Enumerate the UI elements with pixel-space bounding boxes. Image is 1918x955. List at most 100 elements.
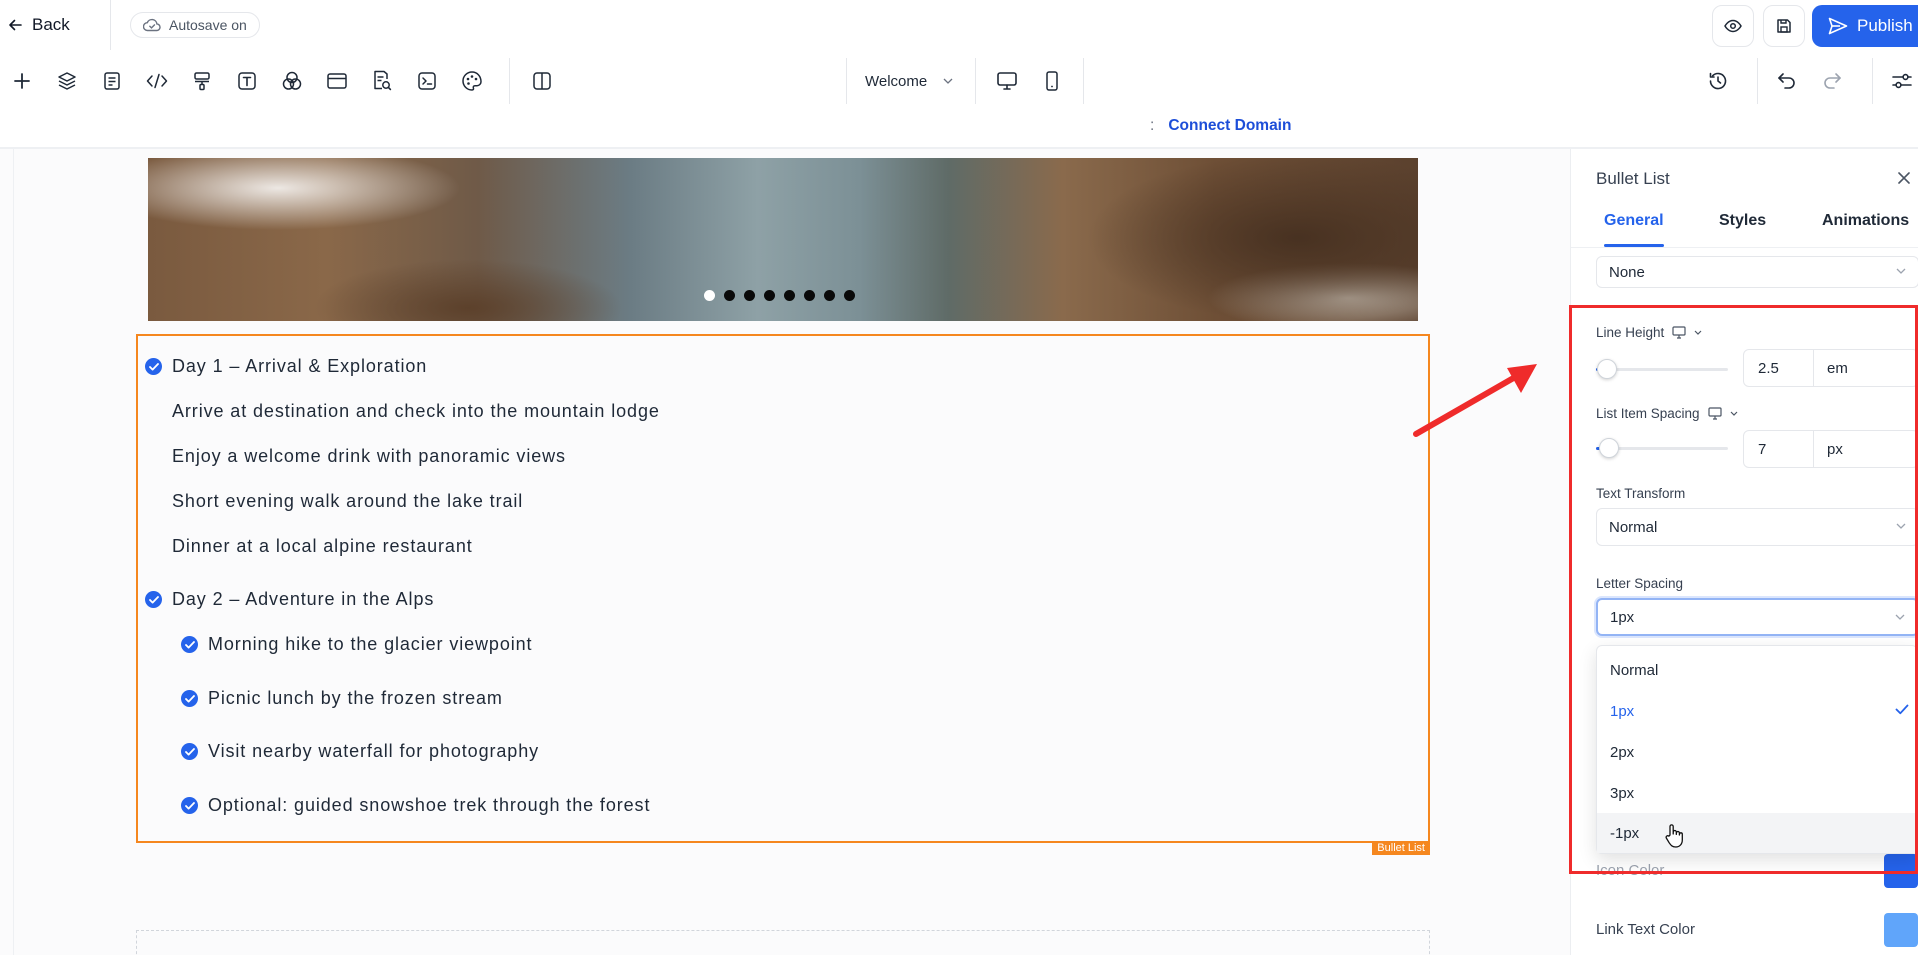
hero-image-carousel[interactable] [148, 158, 1418, 321]
check-circle-icon [181, 743, 198, 760]
annotation-arrow-icon [1413, 364, 1537, 437]
slider-handle[interactable] [1597, 359, 1617, 379]
page-builder-app: Back Autosave on Publish Welcome: Conne… [0, 0, 1918, 955]
list-item-spacing-value[interactable]: 7 [1744, 431, 1814, 467]
code-icon[interactable] [143, 67, 171, 95]
tab-styles[interactable]: Styles [1719, 212, 1766, 230]
list-style-select[interactable]: None [1596, 256, 1918, 288]
text-icon[interactable] [233, 67, 261, 95]
page-selector[interactable]: Welcome [865, 70, 953, 92]
text-transform-select[interactable]: Normal [1596, 508, 1918, 546]
list-item-spacing-unit[interactable]: px [1814, 431, 1918, 467]
undo-icon[interactable] [1773, 67, 1801, 95]
list-item-text: Optional: guided snowshoe trek through t… [208, 795, 651, 815]
history-icon[interactable] [1704, 67, 1732, 95]
toolbar-divider [1083, 58, 1084, 104]
toolbar-divider [1757, 58, 1758, 104]
list-item[interactable]: Day 1 – Arrival & Exploration [145, 356, 427, 377]
list-item[interactable]: Enjoy a welcome drink with panoramic vie… [172, 446, 566, 467]
tabs-divider [1571, 247, 1918, 248]
line-height-text: Line Height [1596, 325, 1665, 340]
slider-handle[interactable] [1599, 438, 1619, 458]
carousel-dot[interactable] [804, 290, 815, 301]
carousel-dot[interactable] [724, 290, 735, 301]
list-item-text: Enjoy a welcome drink with panoramic vie… [172, 446, 566, 466]
list-item-text: Day 2 – Adventure in the Alps [172, 589, 435, 609]
panel-tabs: General Styles Animations [1571, 197, 1918, 248]
tab-general[interactable]: General [1604, 212, 1664, 230]
chevron-down-icon [1896, 268, 1906, 274]
carousel-dot[interactable] [844, 290, 855, 301]
desktop-view-icon[interactable] [993, 67, 1021, 95]
elements-icon[interactable] [278, 67, 306, 95]
terminal-icon[interactable] [413, 67, 441, 95]
carousel-dots [704, 290, 855, 301]
save-button[interactable] [1763, 5, 1805, 47]
list-item[interactable]: Picnic lunch by the frozen stream [181, 688, 503, 709]
plus-icon[interactable] [8, 67, 36, 95]
section-icon[interactable] [323, 67, 351, 95]
arrow-left-icon [8, 18, 22, 32]
list-item-text: Picnic lunch by the frozen stream [208, 688, 503, 708]
carousel-dot[interactable] [744, 290, 755, 301]
chevron-down-icon[interactable] [1694, 330, 1702, 335]
mobile-view-icon[interactable] [1038, 67, 1066, 95]
line-height-value[interactable]: 2.5 [1744, 350, 1814, 386]
dropdown-option[interactable]: 2px [1597, 732, 1918, 772]
page-selector-value: Welcome [865, 72, 928, 90]
publish-label: Publish [1857, 16, 1913, 35]
list-item[interactable]: Morning hike to the glacier viewpoint [181, 634, 532, 655]
line-height-input[interactable]: 2.5 em [1743, 349, 1918, 387]
bullet-list-block[interactable]: Bullet List Day 1 – Arrival & Exploratio… [136, 334, 1430, 855]
text-transform-label: Text Transform [1596, 486, 1686, 501]
empty-section-placeholder[interactable] [136, 930, 1430, 955]
tab-animations[interactable]: Animations [1822, 212, 1909, 230]
connect-domain-link[interactable]: Connect Domain [1168, 117, 1291, 135]
carousel-dot[interactable] [764, 290, 775, 301]
list-item[interactable]: Visit nearby waterfall for photography [181, 741, 539, 762]
chevron-down-icon[interactable] [1730, 411, 1738, 416]
carousel-dot[interactable] [824, 290, 835, 301]
desktop-icon[interactable] [1707, 407, 1722, 420]
columns-icon[interactable] [528, 67, 556, 95]
carousel-dot[interactable] [704, 290, 715, 301]
desktop-icon[interactable] [1672, 326, 1686, 339]
chevron-down-icon [943, 78, 953, 84]
list-item-spacing-input[interactable]: 7 px [1743, 430, 1918, 468]
pages-icon[interactable] [98, 67, 126, 95]
element-tag: Bullet List [1372, 841, 1430, 855]
editor-toolbar: Welcome [0, 58, 1918, 104]
icon-color-swatch[interactable] [1884, 854, 1918, 888]
list-item-spacing-slider[interactable] [1596, 438, 1728, 458]
page-search-icon[interactable] [368, 67, 396, 95]
palette-icon[interactable] [458, 67, 486, 95]
link-text-color-swatch[interactable] [1884, 913, 1918, 947]
list-item-text: Day 1 – Arrival & Exploration [172, 356, 428, 376]
paint-roller-icon[interactable] [188, 67, 216, 95]
dropdown-option-selected[interactable]: 1px [1597, 691, 1918, 731]
carousel-dot[interactable] [784, 290, 795, 301]
layers-icon[interactable] [53, 67, 81, 95]
divider [110, 0, 111, 50]
preview-button[interactable] [1712, 5, 1754, 47]
line-height-unit[interactable]: em [1814, 350, 1918, 386]
dropdown-option[interactable]: 3px [1597, 773, 1918, 813]
pointer-hand-icon [1665, 824, 1683, 848]
list-item[interactable]: Optional: guided snowshoe trek through t… [181, 795, 650, 816]
list-item[interactable]: Short evening walk around the lake trail [172, 491, 523, 512]
close-icon[interactable] [1897, 171, 1911, 185]
line-height-slider[interactable] [1596, 359, 1728, 379]
redo-icon[interactable] [1818, 67, 1846, 95]
toolbar-divider [509, 58, 510, 104]
list-item[interactable]: Day 2 – Adventure in the Alps [145, 589, 434, 610]
settings-sliders-icon[interactable] [1888, 67, 1916, 95]
publish-button[interactable]: Publish [1812, 5, 1918, 47]
editor-canvas: Bullet List Day 1 – Arrival & Exploratio… [0, 149, 1570, 955]
back-button[interactable]: Back [8, 12, 70, 38]
dropdown-option-hovered[interactable]: -1px [1597, 813, 1918, 853]
dropdown-option[interactable]: Normal [1597, 650, 1918, 690]
letter-spacing-select[interactable]: 1px [1596, 598, 1918, 636]
list-item[interactable]: Arrive at destination and check into the… [172, 401, 660, 422]
list-item[interactable]: Dinner at a local alpine restaurant [172, 536, 473, 557]
letter-spacing-value: 1px [1610, 608, 1635, 626]
